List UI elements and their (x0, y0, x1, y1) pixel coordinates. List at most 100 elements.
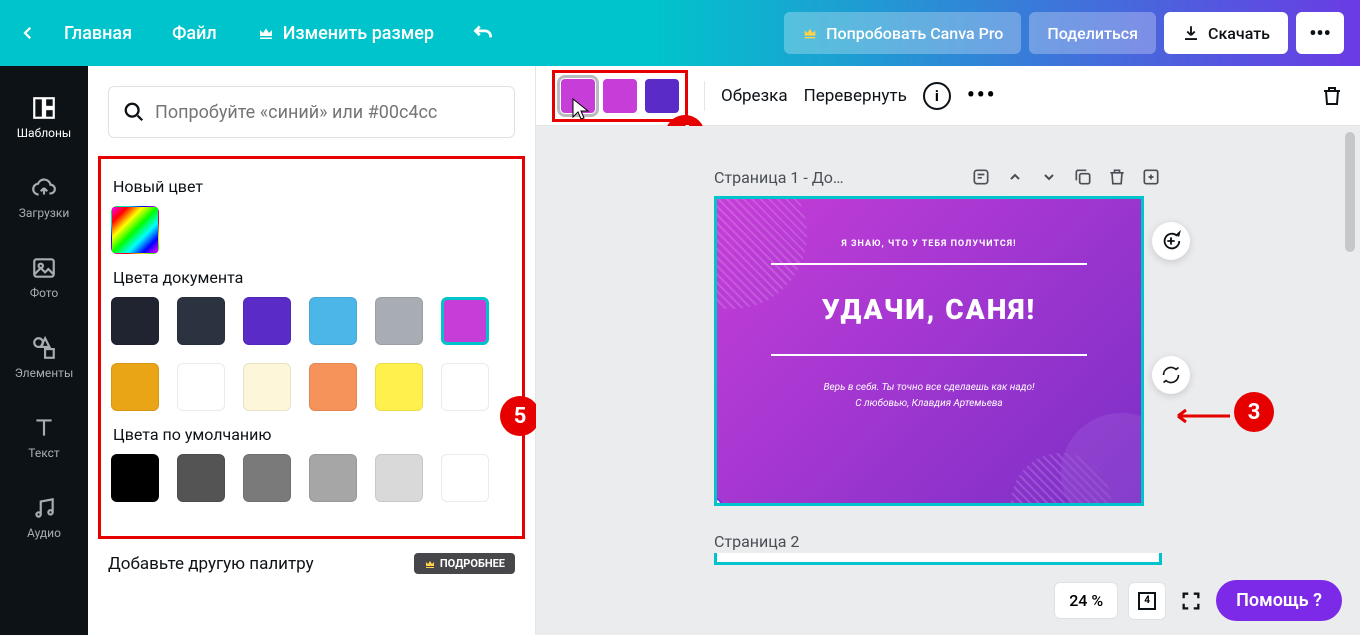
page2-title: Страница 2 (714, 532, 1162, 551)
doc-color-swatch[interactable] (177, 363, 225, 411)
page-title: Страница 1 - До… (714, 168, 958, 187)
doc-color-swatch[interactable] (309, 363, 357, 411)
color-swatch-2[interactable] (603, 79, 637, 113)
default-color-swatch[interactable] (111, 454, 159, 502)
color-swatch-3[interactable] (645, 79, 679, 113)
more-details-button[interactable]: ПОДРОБНЕЕ (414, 553, 515, 574)
sidebar-label: Текст (28, 446, 59, 460)
help-button[interactable]: Помощь ? (1216, 580, 1342, 621)
download-button[interactable]: Скачать (1164, 12, 1288, 54)
move-down-icon[interactable] (1038, 166, 1060, 188)
menu-file[interactable]: Файл (156, 15, 233, 52)
sidebar-item-templates[interactable]: Шаблоны (0, 78, 88, 156)
sidebar-label: Загрузки (19, 206, 70, 220)
elements-icon (30, 334, 58, 362)
page-header: Страница 1 - До… (714, 166, 1162, 188)
pages-button[interactable]: 4 (1128, 582, 1166, 620)
photo-icon (30, 254, 58, 282)
top-bar: Главная Файл Изменить размер Попробовать… (0, 0, 1360, 66)
crown-icon (802, 25, 818, 41)
audio-icon (30, 494, 58, 522)
crown-icon (424, 558, 436, 570)
sync-button[interactable] (1152, 356, 1190, 394)
annotation-badge-3: 3 (1234, 392, 1274, 432)
sidebar-label: Элементы (15, 366, 74, 380)
annotation-badge-5: 5 (500, 396, 540, 436)
annotation-box-4: 4 (552, 70, 688, 122)
menu-resize[interactable]: Изменить размер (241, 15, 450, 52)
color-picker-button[interactable] (111, 206, 159, 254)
add-comment-button[interactable] (1152, 222, 1190, 260)
doc-color-swatch[interactable] (309, 297, 357, 345)
menu-home[interactable]: Главная (48, 15, 148, 52)
try-pro-label: Попробовать Canva Pro (826, 24, 1003, 43)
info-button[interactable]: i (923, 82, 951, 110)
canvas-area: 4 Обрезка Перевернуть i ••• Страница 1 -… (536, 66, 1360, 635)
search-icon (123, 101, 145, 123)
new-color-title: Новый цвет (113, 177, 512, 196)
add-page-icon[interactable] (1140, 166, 1162, 188)
notes-icon[interactable] (970, 166, 992, 188)
context-more-button[interactable]: ••• (967, 83, 997, 108)
color-search-input[interactable] (155, 102, 500, 123)
zoom-bar: 24 % 4 Помощь ? (1054, 580, 1342, 621)
sidebar-item-audio[interactable]: Аудио (0, 478, 88, 556)
back-button[interactable] (16, 21, 40, 45)
doc-color-swatch[interactable] (375, 363, 423, 411)
doc-color-swatch[interactable] (441, 363, 489, 411)
delete-button[interactable] (1320, 84, 1344, 108)
more-button[interactable]: ••• (1296, 12, 1344, 54)
doc-color-swatch[interactable] (243, 363, 291, 411)
try-pro-button[interactable]: Попробовать Canva Pro (784, 12, 1021, 54)
doc-colors-title: Цвета документа (113, 268, 512, 287)
download-icon (1182, 24, 1200, 42)
annotation-box-5: Новый цвет Цвета документа Цвета по умол… (98, 156, 525, 539)
sidebar-item-uploads[interactable]: Загрузки (0, 158, 88, 236)
color-search[interactable] (108, 86, 515, 138)
doc-color-swatch[interactable] (111, 363, 159, 411)
doc-color-swatch[interactable] (375, 297, 423, 345)
sidebar-left: Шаблоны Загрузки Фото Элементы Текст Ауд… (0, 66, 88, 635)
crown-icon (257, 24, 275, 42)
templates-icon (30, 94, 58, 122)
default-colors-title: Цвета по умолчанию (113, 425, 512, 444)
zoom-value[interactable]: 24 % (1054, 582, 1118, 619)
sidebar-item-photo[interactable]: Фото (0, 238, 88, 316)
default-color-swatch[interactable] (441, 454, 489, 502)
sidebar-item-text[interactable]: Текст (0, 398, 88, 476)
decorative-circles (717, 199, 1141, 503)
doc-color-swatch[interactable] (441, 297, 489, 345)
canvas-body[interactable]: Страница 1 - До… Я ЗНАЮ, ЧТО У ТЕБЯ ПОЛУ… (536, 126, 1360, 635)
undo-button[interactable] (470, 20, 496, 46)
text-icon (30, 414, 58, 442)
context-toolbar: 4 Обрезка Перевернуть i ••• (536, 66, 1360, 126)
color-panel: Новый цвет Цвета документа Цвета по умол… (88, 66, 536, 635)
default-color-swatch[interactable] (375, 454, 423, 502)
doc-color-swatch[interactable] (111, 297, 159, 345)
add-palette-link[interactable]: Добавьте другую палитру (108, 554, 314, 574)
color-swatch-1[interactable] (561, 79, 595, 113)
sidebar-item-elements[interactable]: Элементы (0, 318, 88, 396)
flip-button[interactable]: Перевернуть (804, 86, 907, 106)
default-color-swatch[interactable] (309, 454, 357, 502)
sidebar-label: Аудио (27, 526, 61, 540)
delete-page-icon[interactable] (1106, 166, 1128, 188)
menu-resize-label: Изменить размер (283, 23, 434, 44)
doc-color-swatch[interactable] (243, 297, 291, 345)
page-canvas[interactable]: Я ЗНАЮ, ЧТО У ТЕБЯ ПОЛУЧИТСЯ! УДАЧИ, САН… (714, 196, 1144, 506)
vertical-scrollbar[interactable] (1342, 128, 1358, 595)
default-color-swatch[interactable] (177, 454, 225, 502)
page2-canvas[interactable] (714, 553, 1162, 565)
move-up-icon[interactable] (1004, 166, 1026, 188)
fullscreen-button[interactable] (1176, 586, 1206, 616)
main-area: Шаблоны Загрузки Фото Элементы Текст Ауд… (0, 66, 1360, 635)
more-details-label: ПОДРОБНЕЕ (440, 557, 505, 570)
sidebar-label: Фото (30, 286, 58, 300)
uploads-icon (30, 174, 58, 202)
annotation-arrow (1170, 406, 1230, 426)
default-color-swatch[interactable] (243, 454, 291, 502)
crop-button[interactable]: Обрезка (721, 86, 788, 106)
share-button[interactable]: Поделиться (1029, 12, 1156, 54)
doc-color-swatch[interactable] (177, 297, 225, 345)
duplicate-icon[interactable] (1072, 166, 1094, 188)
